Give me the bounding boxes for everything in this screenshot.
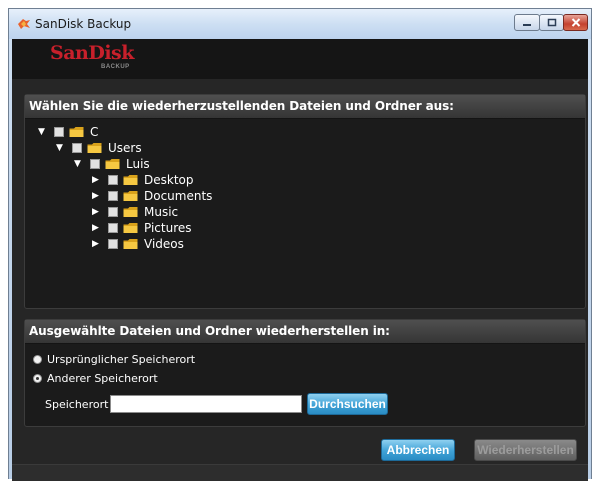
file-selection-heading: Wählen Sie die wiederherzustellenden Dat…: [25, 95, 585, 119]
folder-icon: [69, 127, 84, 137]
app-content: SanDisk BACKUP Wählen Sie die wiederherz…: [12, 39, 588, 481]
other-location-radio[interactable]: [33, 374, 42, 383]
folder-icon: [123, 191, 138, 201]
tree-item-checkbox[interactable]: [72, 143, 82, 153]
folder-icon: [105, 159, 120, 169]
status-strip: [12, 464, 588, 481]
tree-item-label: C: [90, 125, 99, 139]
window-title: SanDisk Backup: [35, 17, 132, 31]
collapsed-arrow-icon[interactable]: ▶: [92, 207, 101, 217]
folder-icon: [123, 175, 138, 185]
tree-item-checkbox[interactable]: [108, 191, 118, 201]
location-label: Speicherort: [45, 398, 109, 411]
tree-item-label: Videos: [144, 237, 184, 251]
folder-icon: [87, 143, 102, 153]
tree-item-label: Users: [108, 141, 142, 155]
expanded-arrow-icon[interactable]: ▼: [38, 127, 47, 137]
other-location-label: Anderer Speicherort: [47, 372, 158, 385]
tree-item-users[interactable]: ▼ Users: [56, 141, 142, 155]
location-input[interactable]: [110, 395, 302, 413]
expanded-arrow-icon[interactable]: ▼: [74, 159, 83, 169]
title-bar[interactable]: SanDisk Backup: [9, 9, 591, 39]
brand-header: SanDisk BACKUP: [12, 39, 588, 79]
tree-item-music[interactable]: ▶ Music: [92, 205, 178, 219]
tree-item-luis[interactable]: ▼ Luis: [74, 157, 150, 171]
close-icon: [571, 18, 580, 27]
tree-item-label: Music: [144, 205, 179, 219]
tree-item-label: Documents: [144, 189, 213, 203]
browse-button[interactable]: Durchsuchen: [307, 393, 388, 415]
tree-item-label: Pictures: [144, 221, 192, 235]
collapsed-arrow-icon[interactable]: ▶: [92, 239, 101, 249]
tree-item-checkbox[interactable]: [108, 207, 118, 217]
expanded-arrow-icon[interactable]: ▼: [56, 143, 65, 153]
tree-item-label: Desktop: [144, 173, 194, 187]
tree-item-videos[interactable]: ▶ Videos: [92, 237, 184, 251]
logo-subtitle: BACKUP: [101, 64, 130, 70]
cancel-button[interactable]: Abbrechen: [381, 439, 455, 461]
folder-icon: [123, 223, 138, 233]
tree-item-checkbox[interactable]: [108, 175, 118, 185]
collapsed-arrow-icon[interactable]: ▶: [92, 175, 101, 185]
tree-item-checkbox[interactable]: [90, 159, 100, 169]
minimize-icon: [523, 23, 531, 26]
tree-item-checkbox[interactable]: [108, 223, 118, 233]
original-location-option[interactable]: Ursprünglicher Speicherort: [33, 353, 195, 366]
restore-destination-panel: Ausgewählte Dateien und Ordner wiederher…: [24, 319, 586, 427]
tree-item-desktop[interactable]: ▶ Desktop: [92, 173, 194, 187]
tree-item-documents[interactable]: ▶ Documents: [92, 189, 212, 203]
close-button[interactable]: [563, 14, 588, 31]
original-location-label: Ursprünglicher Speicherort: [47, 353, 196, 366]
tree-item-checkbox[interactable]: [108, 239, 118, 249]
collapsed-arrow-icon[interactable]: ▶: [92, 191, 101, 201]
other-location-option[interactable]: Anderer Speicherort: [33, 372, 158, 385]
restore-destination-heading: Ausgewählte Dateien und Ordner wiederher…: [25, 320, 585, 344]
maximize-button[interactable]: [539, 14, 564, 31]
tree-item-checkbox[interactable]: [54, 127, 64, 137]
file-selection-panel: Wählen Sie die wiederherzustellenden Dat…: [24, 94, 586, 309]
tree-item-c[interactable]: ▼ C: [38, 125, 98, 139]
maximize-icon: [547, 18, 556, 27]
sandisk-logo: SanDisk: [50, 42, 134, 64]
tree-item-label: Luis: [126, 157, 150, 171]
folder-icon: [123, 239, 138, 249]
restore-button[interactable]: Wiederherstellen: [474, 439, 577, 461]
tree-item-pictures[interactable]: ▶ Pictures: [92, 221, 192, 235]
folder-icon: [123, 207, 138, 217]
minimize-button[interactable]: [514, 14, 540, 31]
original-location-radio[interactable]: [33, 355, 42, 364]
app-window: SanDisk Backup SanDisk BACKUP Wählen Sie…: [8, 8, 592, 481]
sandisk-app-icon: [18, 19, 30, 29]
collapsed-arrow-icon[interactable]: ▶: [92, 223, 101, 233]
